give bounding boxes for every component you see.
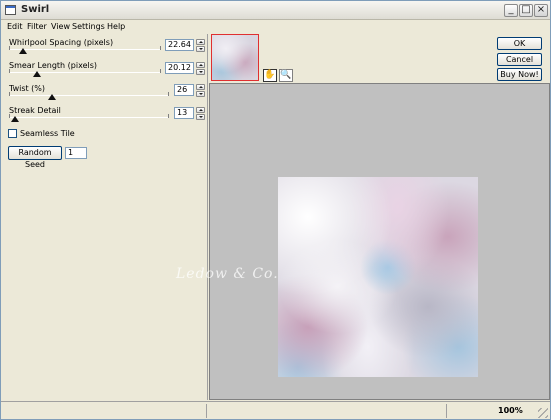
maximize-button[interactable]: □ [519,4,533,17]
random-seed-button[interactable]: Random Seed [8,146,62,169]
menu-settings[interactable]: Settings [72,22,105,31]
watermark-logo: Ledow & Co. [176,266,279,282]
close-icon: × [536,4,546,15]
whirlpool-spacing-field[interactable]: 22.64 [165,39,194,51]
whirlpool-spacing-spinner[interactable] [196,39,205,52]
streak-detail-label: Streak Detail [9,106,61,115]
resize-grip-icon[interactable] [538,408,548,418]
minimize-button[interactable]: _ [504,4,518,17]
preview-canvas[interactable] [209,83,550,400]
menu-bar: Edit Filter View Settings Help [1,20,550,34]
minimize-icon: _ [508,4,514,15]
twist-label: Twist (%) [9,84,46,93]
seamless-tile-checkbox[interactable] [8,129,17,138]
hand-icon[interactable]: ✋ [263,69,277,82]
smear-length-field[interactable]: 20.12 [165,62,194,74]
cancel-button[interactable]: Cancel [497,53,542,66]
twist-thumb[interactable] [48,94,56,100]
streak-detail-field[interactable]: 13 [174,107,194,119]
twist-field[interactable]: 26 [174,84,194,96]
twist-slider[interactable] [9,92,169,96]
menu-filter[interactable]: Filter [27,22,47,31]
ok-button[interactable]: OK [497,37,542,50]
status-bar: 100% [1,401,550,419]
menu-edit[interactable]: Edit [7,22,23,31]
navigator-thumbnail[interactable] [211,34,259,81]
close-button[interactable]: × [534,4,548,17]
menu-help[interactable]: Help [107,22,125,31]
streak-detail-slider[interactable] [9,114,169,118]
menu-view[interactable]: View [51,22,70,31]
parameters-panel: Whirlpool Spacing (pixels) 22.64 Smear L… [1,34,208,400]
smear-length-spinner[interactable] [196,62,205,75]
twist-spinner[interactable] [196,84,205,97]
title-bar[interactable]: Swirl _ □ × [1,1,550,20]
streak-detail-thumb[interactable] [11,116,19,122]
whirlpool-spacing-thumb[interactable] [19,48,27,54]
smear-length-slider[interactable] [9,69,161,73]
swirl-window: Swirl _ □ × Edit Filter View Settings He… [0,0,551,420]
seamless-tile-label: Seamless Tile [20,129,75,138]
smear-length-thumb[interactable] [33,71,41,77]
window-title: Swirl [21,4,50,15]
app-icon [5,5,16,15]
random-seed-field[interactable]: 1 [65,147,87,159]
zoom-level: 100% [498,406,523,415]
smear-length-label: Smear Length (pixels) [9,61,98,70]
whirlpool-spacing-slider[interactable] [9,46,161,50]
whirlpool-spacing-label: Whirlpool Spacing (pixels) [9,38,114,47]
streak-detail-spinner[interactable] [196,107,205,120]
buy-now-button[interactable]: Buy Now! [497,68,542,81]
magnifier-icon[interactable]: 🔍 [279,69,293,82]
maximize-icon: □ [521,4,531,15]
preview-image[interactable] [278,177,478,377]
preview-area: ✋ 🔍 OK Cancel Buy Now! [209,34,550,400]
